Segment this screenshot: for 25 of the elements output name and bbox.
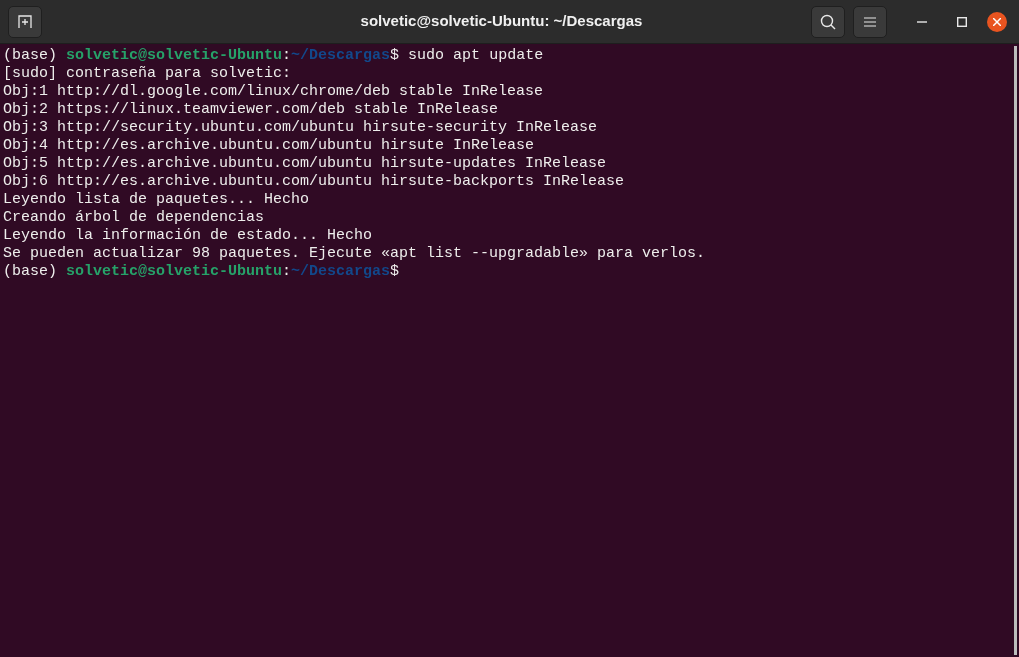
terminal-line: Obj:5 http://es.archive.ubuntu.com/ubuntu hirsute-updates InRelease xyxy=(3,155,607,173)
terminal-line: Se pueden actualizar 98 paquetes. Ejecute «apt list --upgradable» para verlos. xyxy=(3,245,706,263)
terminal-line: Obj:2 https://linux.teamviewer.com/deb stable InRelease xyxy=(3,101,499,119)
maximize-icon xyxy=(957,16,967,27)
terminal-line: Obj:6 http://es.archive.ubuntu.com/ubuntu hirsute-backports InRelease xyxy=(3,173,625,191)
terminal-line: Leyendo la información de estado... Hecho xyxy=(3,227,373,245)
terminal-line: (base) solvetic@solvetic-Ubuntu:~/Descargas$ sudo apt update xyxy=(3,47,544,65)
close-button[interactable] xyxy=(987,11,1007,32)
terminal-line: (base) solvetic@solvetic-Ubuntu:~/Descargas$ xyxy=(3,263,400,281)
terminal-line: Creando árbol de dependencias xyxy=(3,209,265,227)
close-icon xyxy=(993,17,1001,26)
search-icon xyxy=(820,13,836,30)
scrollbar[interactable] xyxy=(1014,46,1017,655)
terminal-line: Obj:1 http://dl.google.com/linux/chrome/deb stable InRelease xyxy=(3,83,544,101)
terminal-line: Leyendo lista de paquetes... Hecho xyxy=(3,191,310,209)
terminal-line: Obj:4 http://es.archive.ubuntu.com/ubuntu hirsute InRelease xyxy=(3,137,535,155)
new-tab-icon xyxy=(17,13,33,30)
search-button[interactable] xyxy=(811,5,845,38)
menu-icon xyxy=(864,16,876,27)
new-tab-button[interactable] xyxy=(8,5,42,38)
menu-button[interactable] xyxy=(853,5,887,38)
minimize-icon xyxy=(917,20,927,23)
terminal-line: Obj:3 http://security.ubuntu.com/ubuntu hirsute-security InRelease xyxy=(3,119,598,137)
window-title: solvetic@solvetic-Ubuntu: ~/Descargas xyxy=(360,11,643,32)
terminal-line: [sudo] contraseña para solvetic: xyxy=(3,65,292,83)
